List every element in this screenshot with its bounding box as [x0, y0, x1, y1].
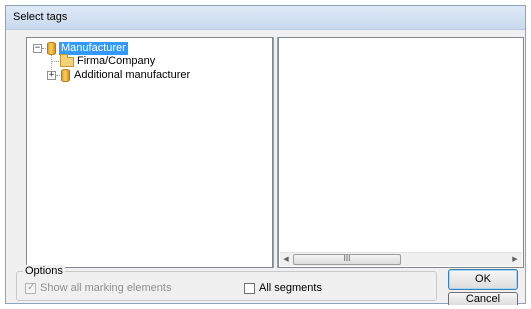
- tree-connector: [56, 75, 60, 76]
- title-bar[interactable]: Select tags: [6, 6, 525, 30]
- show-all-marking-checkbox[interactable]: ✓: [25, 282, 36, 294]
- ok-button[interactable]: OK: [448, 269, 518, 290]
- show-all-marking-label: Show all marking elements: [40, 282, 172, 294]
- scroll-left-icon[interactable]: ◀: [281, 255, 291, 265]
- scroll-grip-icon: III: [343, 254, 351, 263]
- tag-tree-pane[interactable]: − Manufacturer Firma/Company + Additiona…: [26, 37, 273, 268]
- tree-connector: [42, 48, 46, 49]
- database-icon: [47, 42, 56, 55]
- check-icon: ✓: [27, 282, 36, 293]
- collapse-icon[interactable]: −: [33, 44, 42, 53]
- select-tags-dialog: Select tags − Manufacturer Firma/Company…: [5, 5, 526, 305]
- dialog-title: Select tags: [13, 11, 68, 23]
- tree-item-manufacturer[interactable]: Manufacturer: [59, 42, 128, 55]
- tag-detail-pane[interactable]: ◀ III ▶: [278, 37, 524, 268]
- tree-connector: [51, 61, 59, 62]
- scroll-thumb[interactable]: III: [293, 254, 401, 265]
- scroll-right-icon[interactable]: ▶: [510, 255, 520, 265]
- folder-icon: [60, 54, 74, 67]
- database-icon: [61, 69, 70, 82]
- all-segments-checkbox[interactable]: [244, 283, 255, 294]
- horizontal-scrollbar[interactable]: ◀ III ▶: [280, 252, 522, 266]
- tree-item-firma-company[interactable]: Firma/Company: [77, 55, 155, 68]
- options-group: Options ✓ Show all marking elements All …: [16, 265, 437, 301]
- cancel-button[interactable]: Cancel: [448, 292, 518, 305]
- tree-item-additional-manufacturer[interactable]: Additional manufacturer: [74, 69, 190, 82]
- expand-icon[interactable]: +: [47, 71, 56, 80]
- all-segments-label: All segments: [259, 282, 322, 294]
- options-legend: Options: [23, 265, 65, 277]
